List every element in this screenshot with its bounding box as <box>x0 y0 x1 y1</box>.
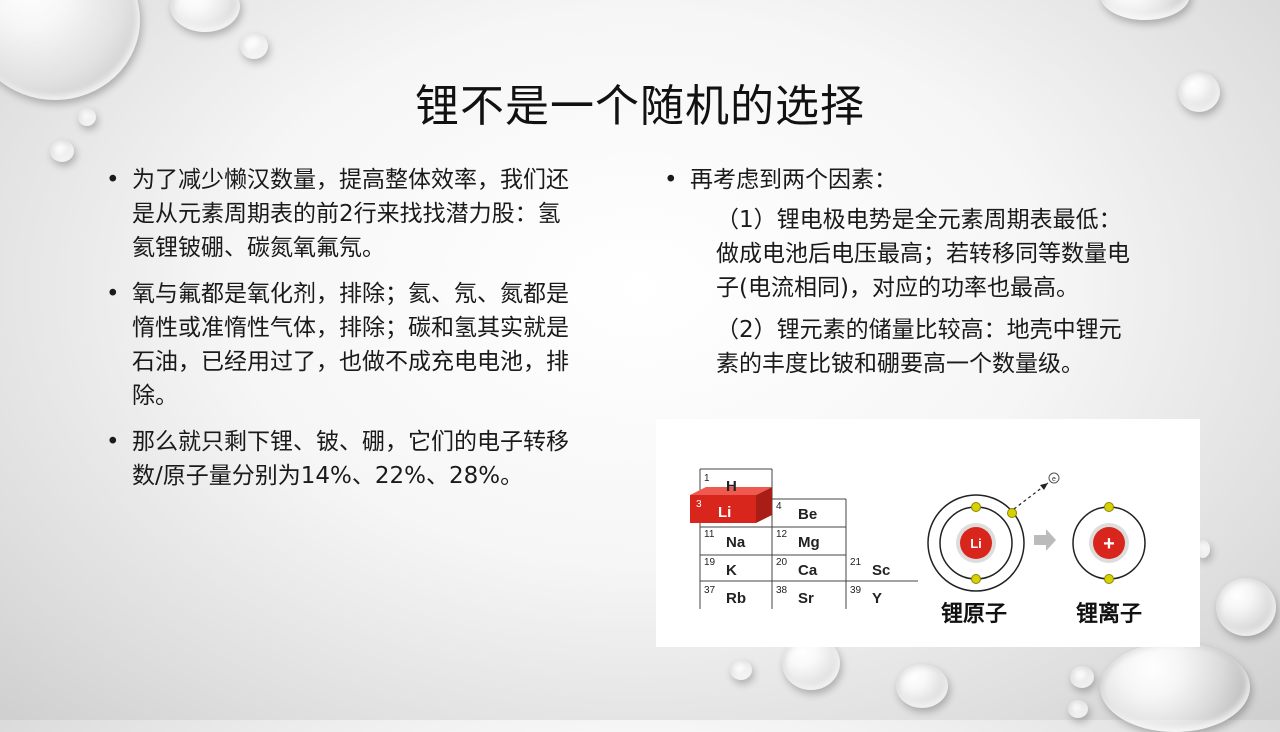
element-symbol: Ca <box>798 562 818 579</box>
right-bullet-list: • 再考虑到两个因素： （1）锂电极电势是全元素周期表最低：做成电池后电压最高；… <box>662 163 1202 389</box>
element-symbol: H <box>726 478 737 495</box>
bullet-dot-icon: • <box>106 167 120 193</box>
water-drop-decoration <box>1068 700 1088 718</box>
element-number: 39 <box>850 585 862 596</box>
element-symbol: Mg <box>798 534 820 551</box>
element-symbol: Li <box>718 504 731 521</box>
element-symbol: Sr <box>798 590 814 607</box>
element-number: 21 <box>850 557 862 568</box>
lithium-figure: 1 H 3 Li 4 Be 11 Na 12 Mg 19 K 20 Ca 21 Sc 37 Rb 38 Sr 39 Y L… <box>656 419 1200 647</box>
element-number: 1 <box>704 473 710 484</box>
lithium-diagram: 1 H 3 Li 4 Be 11 Na 12 Mg 19 K 20 Ca 21 Sc 37 Rb 38 Sr 39 Y L… <box>690 468 1146 627</box>
water-drop-decoration <box>730 660 752 680</box>
atom-core-label: Li <box>970 536 982 551</box>
water-drop-decoration <box>1216 578 1276 636</box>
electron-label: e <box>1052 476 1056 483</box>
element-number: 4 <box>776 501 782 512</box>
periodic-table-cells: 1 H 3 Li 4 Be 11 Na 12 Mg 19 K 20 Ca 21 Sc 37 Rb 38 Sr 39 Y <box>696 473 890 607</box>
water-drop-decoration <box>896 664 948 708</box>
bullet-text: 再考虑到两个因素： <box>690 167 897 193</box>
atom-caption: 锂原子 <box>941 601 1007 627</box>
element-number: 11 <box>704 529 715 540</box>
element-number: 12 <box>776 529 788 540</box>
water-drop-decoration <box>1100 642 1250 732</box>
element-number: 20 <box>776 557 788 568</box>
factor-item: （2）锂元素的储量比较高：地壳中锂元素的丰度比铍和硼要高一个数量级。 <box>716 317 1122 377</box>
bullet-dot-icon: • <box>106 281 120 307</box>
element-symbol: K <box>726 562 737 579</box>
element-symbol: Y <box>872 590 882 607</box>
slide-title: 锂不是一个随机的选择 <box>415 81 865 132</box>
water-drop-decoration <box>240 33 268 59</box>
element-symbol: Rb <box>726 590 746 607</box>
bullet-dot-icon: • <box>106 429 120 455</box>
bullet-item: • 为了减少懒汉数量，提高整体效率，我们还是从元素周期表的前2行来找找潜力股：氢… <box>104 163 574 265</box>
left-bullet-list: • 为了减少懒汉数量，提高整体效率，我们还是从元素周期表的前2行来找找潜力股：氢… <box>104 163 574 505</box>
lithium-ion: + <box>1072 502 1146 584</box>
bullet-text: 那么就只剩下锂、铍、硼，它们的电子转移数/原子量分别为14%、22%、28%。 <box>132 429 569 489</box>
ion-caption: 锂离子 <box>1076 601 1142 627</box>
water-drop-decoration <box>1070 666 1094 688</box>
bullet-item: • 再考虑到两个因素： <box>662 163 1202 197</box>
ion-core-label: + <box>1103 533 1115 555</box>
factor-item: （1）锂电极电势是全元素周期表最低：做成电池后电压最高；若转移同等数量电子(电流… <box>716 207 1130 301</box>
element-number: 3 <box>696 499 702 510</box>
element-number: 19 <box>704 557 716 568</box>
bullet-text: 为了减少懒汉数量，提高整体效率，我们还是从元素周期表的前2行来找找潜力股：氢氦锂… <box>132 167 569 261</box>
bullet-item: • 那么就只剩下锂、铍、硼，它们的电子转移数/原子量分别为14%、22%、28%… <box>104 425 574 493</box>
transform-arrow-icon <box>1034 529 1056 551</box>
element-symbol: Be <box>798 506 817 523</box>
element-number: 37 <box>704 585 716 596</box>
element-number: 38 <box>776 585 788 596</box>
bullet-text: 氧与氟都是氧化剂，排除；氦、氖、氮都是惰性或准惰性气体，排除；碳和氢其实就是石油… <box>132 281 569 409</box>
bullet-item: • 氧与氟都是氧化剂，排除；氦、氖、氮都是惰性或准惰性气体，排除；碳和氢其实就是… <box>104 277 574 413</box>
element-symbol: Sc <box>872 562 890 579</box>
lithium-atom: Li e <box>927 472 1060 592</box>
water-drop-decoration <box>1100 0 1190 20</box>
bullet-dot-icon: • <box>664 167 678 193</box>
element-symbol: Na <box>726 534 746 551</box>
water-drop-decoration <box>170 0 240 32</box>
water-drop-decoration <box>50 140 74 162</box>
